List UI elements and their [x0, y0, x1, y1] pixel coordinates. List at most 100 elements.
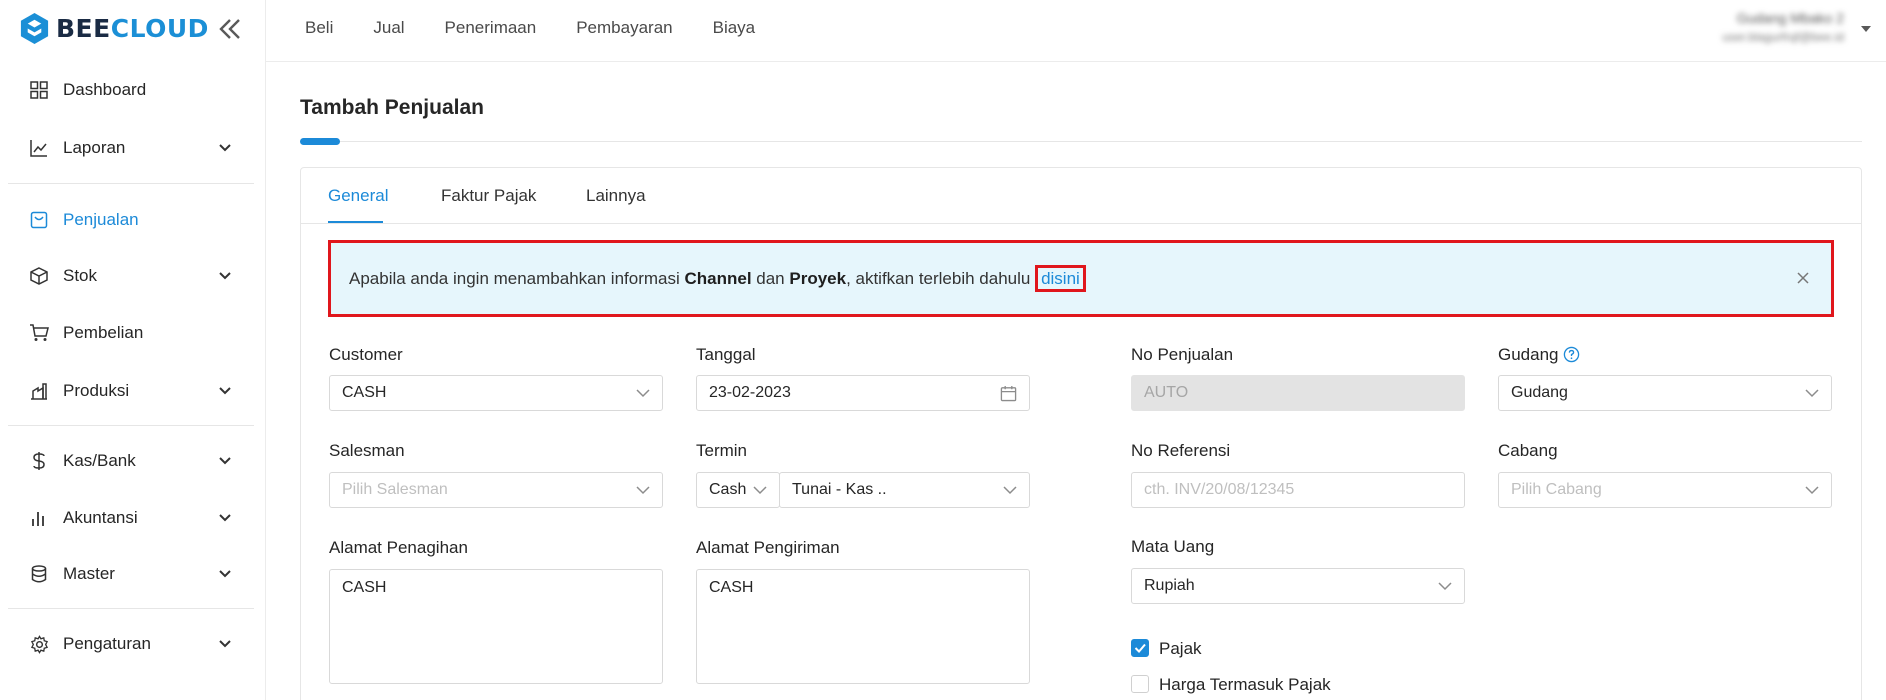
cart-icon — [29, 323, 49, 343]
sidebar-item-label: Penjualan — [63, 210, 139, 229]
sidebar-item-label: Produksi — [63, 381, 130, 400]
tab-bar: General Faktur Pajak Lainnya — [300, 167, 1862, 224]
help-circle-icon[interactable] — [1563, 346, 1580, 363]
double-chevron-left-icon — [219, 19, 240, 39]
chevron-down-icon — [218, 567, 232, 581]
no-referensi-input[interactable]: cth. INV/20/08/12345 — [1131, 472, 1465, 508]
bar-chart-icon — [29, 508, 49, 528]
sidebar: BEECLOUD Dashboard Laporan Penjualan Sto… — [0, 0, 266, 700]
sidebar-item-laporan[interactable]: Laporan — [0, 126, 266, 170]
no-referensi-label: No Referensi — [1131, 441, 1231, 460]
factory-icon — [29, 381, 49, 401]
title-divider — [300, 141, 1862, 142]
chevron-down-icon — [1805, 389, 1819, 398]
cabang-select[interactable]: Pilih Cabang — [1498, 472, 1832, 508]
chevron-down-icon — [218, 141, 232, 155]
chevron-down-icon — [218, 269, 232, 283]
tanggal-label: Tanggal — [696, 345, 756, 364]
sidebar-item-label: Laporan — [63, 138, 126, 157]
database-icon — [29, 564, 49, 584]
sidebar-item-akuntansi[interactable]: Akuntansi — [0, 496, 266, 540]
sidebar-item-dashboard[interactable]: Dashboard — [0, 68, 266, 112]
mata-uang-label: Mata Uang — [1131, 537, 1215, 556]
tab-faktur-pajak[interactable]: Faktur Pajak — [441, 186, 536, 206]
sidebar-item-kas-bank[interactable]: Kas/Bank — [0, 439, 266, 483]
collapse-sidebar-button[interactable] — [216, 15, 244, 43]
chevron-down-icon — [218, 454, 232, 468]
title-accent-bar — [300, 138, 340, 145]
grid-icon — [29, 80, 49, 100]
sidebar-item-pembelian[interactable]: Pembelian — [0, 311, 266, 355]
tab-lainnya[interactable]: Lainnya — [586, 186, 646, 206]
sidebar-item-label: Kas/Bank — [63, 451, 136, 470]
sidebar-item-label: Master — [63, 564, 115, 583]
top-bar: Beli Jual Penerimaan Pembayaran Biaya Gu… — [266, 0, 1886, 62]
mata-uang-value: Rupiah — [1144, 577, 1195, 594]
user-email: user.blagurfrqf@bee.id — [1722, 30, 1844, 44]
calendar-icon — [1000, 385, 1017, 402]
sidebar-item-label: Akuntansi — [63, 508, 138, 527]
chevron-down-icon — [636, 486, 650, 495]
user-menu[interactable]: Gudang Mbako 2 user.blagurfrqf@bee.id — [1694, 8, 1844, 46]
topmenu-item-pembayaran[interactable]: Pembayaran — [576, 18, 672, 38]
alamat-pengiriman-textarea[interactable]: CASH — [696, 569, 1030, 684]
alamat-penagihan-value: CASH — [342, 579, 387, 596]
page-title: Tambah Penjualan — [300, 96, 484, 119]
line-chart-icon — [29, 138, 49, 158]
enable-here-link[interactable]: disini — [1035, 264, 1086, 292]
customer-value: CASH — [342, 384, 387, 401]
salesman-label: Salesman — [329, 441, 405, 460]
mata-uang-select[interactable]: Rupiah — [1131, 568, 1465, 604]
sidebar-item-label: Pembelian — [63, 323, 144, 342]
topmenu-item-jual[interactable]: Jual — [373, 18, 404, 38]
sidebar-item-label: Dashboard — [63, 80, 147, 99]
no-penjualan-value: AUTO — [1144, 384, 1189, 401]
alamat-penagihan-label: Alamat Penagihan — [329, 538, 468, 557]
termin-account-value: Tunai - Kas .. — [792, 481, 887, 498]
topmenu-item-penerimaan[interactable]: Penerimaan — [445, 18, 537, 38]
chevron-down-icon — [1805, 486, 1819, 495]
pajak-checkbox[interactable] — [1131, 639, 1149, 657]
salesman-placeholder: Pilih Salesman — [342, 481, 448, 498]
harga-termasuk-pajak-checkbox[interactable] — [1131, 675, 1149, 693]
receipt-icon — [29, 210, 49, 230]
info-alert: Apabila anda ingin menambahkan informasi… — [328, 240, 1834, 317]
harga-termasuk-pajak-label: Harga Termasuk Pajak — [1159, 675, 1331, 694]
gudang-value: Gudang — [1511, 384, 1568, 401]
sidebar-item-label: Pengaturan — [63, 634, 151, 653]
salesman-select[interactable]: Pilih Salesman — [329, 472, 663, 508]
close-icon[interactable] — [1795, 270, 1811, 286]
chevron-down-icon — [636, 389, 650, 398]
tanggal-value: 23-02-2023 — [709, 384, 791, 401]
alamat-penagihan-textarea[interactable]: CASH — [329, 569, 663, 684]
tanggal-date-picker[interactable]: 23-02-2023 — [696, 375, 1030, 411]
termin-label: Termin — [696, 441, 748, 460]
termin-account-select[interactable]: Tunai - Kas .. — [779, 472, 1030, 508]
caret-down-icon[interactable] — [1860, 24, 1872, 34]
user-name: Gudang Mbako 2 — [1736, 10, 1844, 26]
sidebar-divider — [8, 608, 254, 609]
hexagon-logo-icon — [20, 12, 49, 44]
gudang-select[interactable]: Gudang — [1498, 375, 1832, 411]
chevron-down-icon — [1438, 582, 1452, 591]
brand-logo[interactable]: BEECLOUD — [18, 11, 209, 45]
brand-name: BEECLOUD — [56, 13, 209, 43]
sidebar-item-stok[interactable]: Stok — [0, 254, 266, 298]
topmenu-item-biaya[interactable]: Biaya — [713, 18, 756, 38]
customer-select[interactable]: CASH — [329, 375, 663, 411]
sidebar-item-master[interactable]: Master — [0, 552, 266, 596]
sidebar-item-produksi[interactable]: Produksi — [0, 369, 266, 413]
sidebar-divider — [8, 183, 254, 184]
alamat-pengiriman-label: Alamat Pengiriman — [696, 538, 840, 557]
alamat-pengiriman-value: CASH — [709, 579, 754, 596]
no-penjualan-label: No Penjualan — [1131, 345, 1234, 364]
top-menu: Beli Jual Penerimaan Pembayaran Biaya — [266, 0, 755, 56]
chevron-down-icon — [1003, 486, 1017, 495]
sidebar-item-penjualan[interactable]: Penjualan — [0, 198, 266, 242]
termin-type-select[interactable]: Cash — [696, 472, 780, 508]
tab-general[interactable]: General — [328, 186, 388, 206]
checkmark-icon — [1134, 643, 1146, 653]
sidebar-item-pengaturan[interactable]: Pengaturan — [0, 622, 266, 666]
topmenu-item-beli[interactable]: Beli — [305, 18, 333, 38]
gudang-label: Gudang — [1498, 345, 1580, 365]
